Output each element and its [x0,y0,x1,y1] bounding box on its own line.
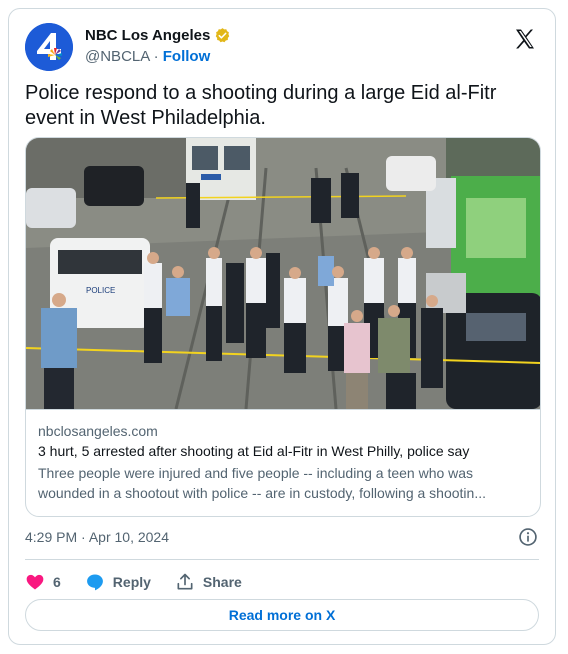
article-photo[interactable]: POLICE [26,138,541,409]
tweet-text: Police respond to a shooting during a la… [25,82,497,129]
share-button[interactable]: Share [175,572,242,592]
nbc4-logo-icon [25,23,73,71]
link-preview-card[interactable]: POLICE nbclosangeles.com 3 hurt, 5 arres… [25,137,541,517]
link-domain: nbclosangeles.com [38,423,158,439]
divider [25,559,539,560]
reply-button[interactable]: Reply [85,572,151,592]
link-preview-body: nbclosangeles.com 3 hurt, 5 arrested aft… [26,409,540,516]
author-name-row: NBC Los Angeles [85,27,231,44]
share-label: Share [202,574,242,590]
reply-label: Reply [112,574,151,590]
avatar[interactable] [25,23,73,71]
heart-icon [26,574,44,590]
follow-button[interactable]: Follow [163,48,211,65]
link-description: Three people were injured and five peopl… [38,465,486,501]
verified-badge-icon [216,28,230,43]
share-icon [177,573,193,590]
tweet-header: NBC Los Angeles @NBCLA · Follow [25,23,539,71]
x-logo-icon[interactable] [513,27,537,51]
link-title: 3 hurt, 5 arrested after shooting at Eid… [38,443,470,459]
author-name[interactable]: NBC Los Angeles [85,27,210,44]
tweet-time: 4:29 PM [25,529,78,545]
svg-text:POLICE: POLICE [86,286,115,295]
tweet-embed-card: NBC Los Angeles @NBCLA · Follow Police r… [8,8,556,645]
author-handle[interactable]: @NBCLA [85,48,149,65]
like-count: 6 [53,574,61,590]
info-icon[interactable] [518,527,538,547]
reply-bubble-icon [86,574,103,591]
tweet-date: Apr 10, 2024 [88,529,169,545]
author-handle-row: @NBCLA · Follow [85,48,210,65]
like-button[interactable]: 6 [25,572,61,592]
timestamp-separator: · [81,529,86,545]
action-bar: 6 Reply Share [25,569,266,595]
handle-separator: · [153,48,159,65]
read-more-button[interactable]: Read more on X [25,599,539,631]
tweet-timestamp[interactable]: 4:29 PM · Apr 10, 2024 [25,529,169,545]
